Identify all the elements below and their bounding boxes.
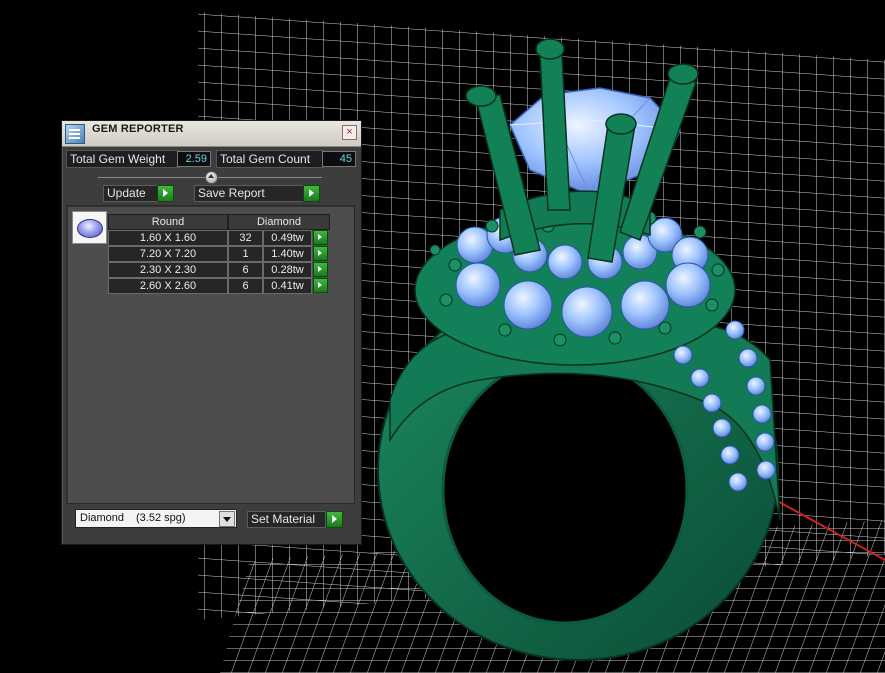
row-go-icon[interactable] — [313, 278, 328, 293]
chevron-down-icon[interactable] — [219, 511, 235, 527]
update-button[interactable]: Update — [103, 185, 158, 202]
total-gem-weight-label: Total Gem Weight — [66, 150, 180, 168]
row-go-icon[interactable] — [313, 230, 328, 245]
gem-weight: 0.41tw — [263, 278, 312, 294]
total-gem-count-value: 45 — [322, 151, 356, 167]
total-gem-weight-value: 2.59 — [177, 151, 211, 167]
gem-size: 2.30 X 2.30 — [108, 262, 228, 278]
gem-size: 1.60 X 1.60 — [108, 230, 228, 246]
material-select[interactable]: Diamond (3.52 spg) — [75, 509, 237, 528]
row-go-icon[interactable] — [313, 262, 328, 277]
gem-count: 1 — [228, 246, 263, 262]
material-spg: (3.52 spg) — [136, 512, 186, 524]
title-bar[interactable]: GEM REPORTER × — [62, 121, 361, 147]
gem-count: 6 — [228, 262, 263, 278]
material-name: Diamond — [80, 512, 125, 524]
gem-size: 2.60 X 2.60 — [108, 278, 228, 294]
gem-list[interactable]: Round Diamond 1.60 X 1.60 32 0.49tw 7.20… — [66, 205, 355, 504]
column-header-diamond: Diamond — [228, 214, 330, 230]
window-title: GEM REPORTER — [92, 123, 184, 135]
round-gem-thumbnail-icon[interactable] — [72, 211, 107, 244]
close-icon[interactable]: × — [342, 125, 357, 140]
gem-count: 6 — [228, 278, 263, 294]
gem-reporter-app-icon — [65, 124, 85, 144]
collapse-arrow-icon[interactable] — [205, 171, 218, 184]
gem-weight: 0.28tw — [263, 262, 312, 278]
save-report-go-icon[interactable] — [303, 185, 320, 202]
column-header-round: Round — [108, 214, 228, 230]
set-material-go-icon[interactable] — [326, 511, 343, 528]
gem-size: 7.20 X 7.20 — [108, 246, 228, 262]
total-gem-count-label: Total Gem Count — [216, 150, 324, 168]
gem-reporter-panel: GEM REPORTER × Total Gem Weight 2.59 Tot… — [61, 120, 362, 545]
gem-weight: 1.40tw — [263, 246, 312, 262]
ring-band-hole — [441, 355, 689, 625]
row-go-icon[interactable] — [313, 246, 328, 261]
set-material-button[interactable]: Set Material — [247, 511, 326, 528]
gem-weight: 0.49tw — [263, 230, 312, 246]
gem-count: 32 — [228, 230, 263, 246]
update-go-icon[interactable] — [157, 185, 174, 202]
save-report-button[interactable]: Save Report — [194, 185, 304, 202]
